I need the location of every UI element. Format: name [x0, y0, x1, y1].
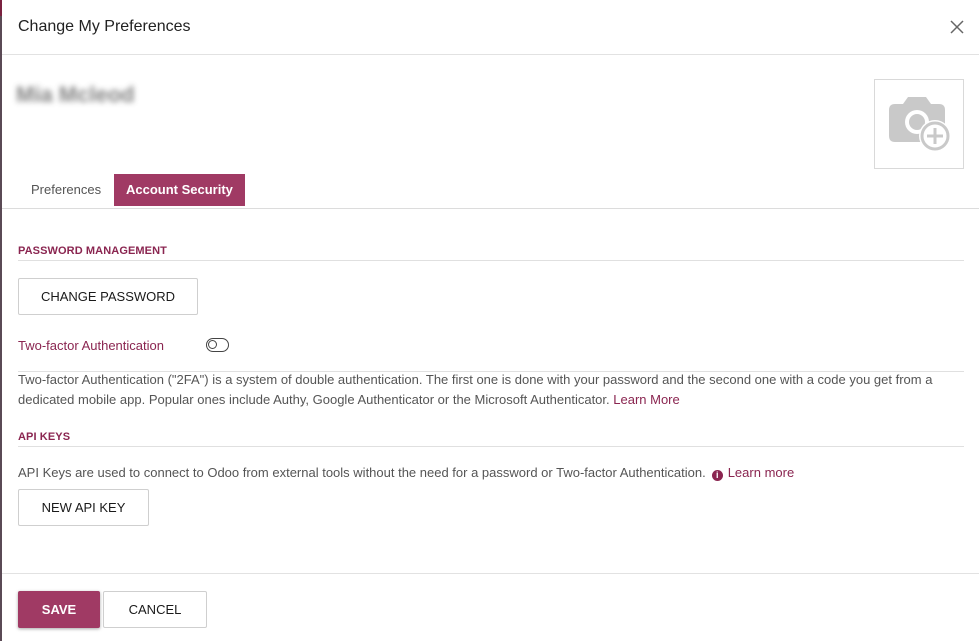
tab-preferences[interactable]: Preferences: [19, 174, 113, 206]
two-factor-description: Two-factor Authentication ("2FA") is a s…: [18, 370, 953, 410]
camera-add-icon: [889, 97, 951, 152]
close-icon: [950, 20, 964, 34]
cancel-button[interactable]: CANCEL: [103, 591, 207, 628]
api-keys-description-text: API Keys are used to connect to Odoo fro…: [18, 465, 706, 480]
api-keys-learn-more-link[interactable]: Learn more: [728, 465, 794, 480]
api-keys-description: API Keys are used to connect to Odoo fro…: [18, 463, 964, 483]
change-password-button[interactable]: CHANGE PASSWORD: [18, 278, 198, 315]
section-divider: [18, 446, 964, 447]
two-factor-toggle[interactable]: [206, 338, 229, 352]
new-api-key-button[interactable]: NEW API KEY: [18, 489, 149, 526]
two-factor-label: Two-factor Authentication: [18, 338, 164, 353]
section-divider: [18, 260, 964, 261]
toggle-knob: [208, 340, 217, 349]
close-button[interactable]: [947, 17, 967, 37]
preferences-dialog: Change My Preferences Mia Mcleod Prefere…: [2, 0, 979, 641]
password-management-heading: PASSWORD MANAGEMENT: [18, 245, 167, 257]
dialog-title: Change My Preferences: [18, 18, 191, 35]
avatar-upload[interactable]: [874, 79, 964, 169]
two-factor-description-text: Two-factor Authentication ("2FA") is a s…: [18, 372, 933, 407]
save-button[interactable]: SAVE: [18, 591, 100, 628]
info-icon: i: [711, 470, 723, 481]
dialog-footer: SAVE CANCEL: [2, 573, 979, 641]
dialog-header: Change My Preferences: [2, 0, 979, 55]
api-keys-heading: API KEYS: [18, 431, 71, 443]
user-name: Mia Mcleod: [16, 82, 135, 107]
tab-account-security[interactable]: Account Security: [114, 174, 245, 206]
two-factor-learn-more-link[interactable]: Learn More: [613, 392, 679, 407]
tab-bar: Preferences Account Security: [2, 174, 979, 209]
